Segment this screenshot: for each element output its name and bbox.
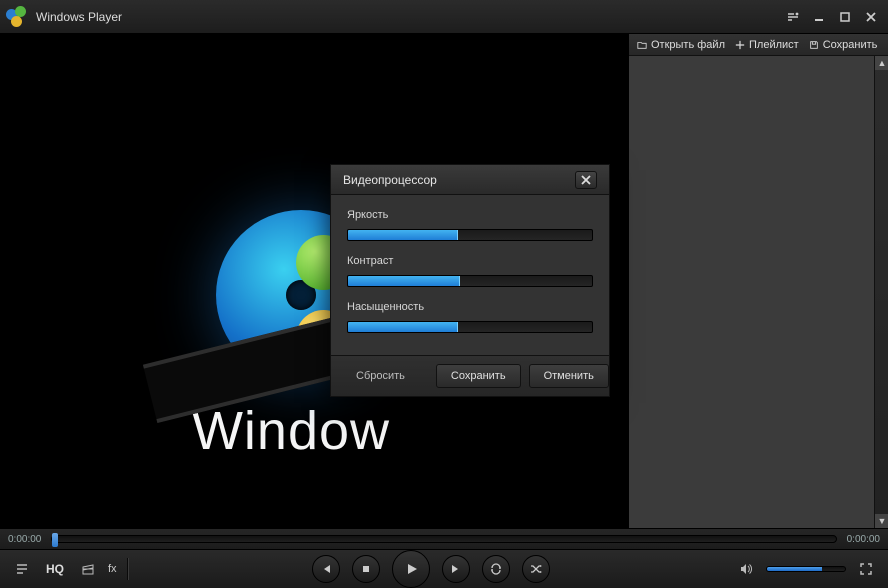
maximize-button[interactable] (834, 8, 856, 26)
playlist-button[interactable]: Плейлист (735, 39, 799, 51)
scroll-up-button[interactable]: ▲ (875, 56, 888, 70)
contrast-fill (348, 276, 460, 286)
next-button[interactable] (442, 555, 470, 583)
brightness-fill (348, 230, 458, 240)
volume-fill (767, 567, 822, 571)
save-playlist-label: Сохранить (823, 39, 878, 51)
volume-slider[interactable] (766, 566, 846, 572)
saturation-slider[interactable] (347, 321, 593, 333)
saturation-fill (348, 322, 458, 332)
video-processor-dialog: Видеопроцессор Яркость Контраст Насыщенн… (330, 164, 610, 397)
open-file-label: Открыть файл (651, 39, 725, 51)
open-file-button[interactable]: Открыть файл (637, 39, 725, 51)
playlist-sidebar: Открыть файл Плейлист Сохранить ▲ ▼ (628, 34, 888, 528)
contrast-slider[interactable] (347, 275, 593, 287)
dialog-close-button[interactable] (575, 171, 597, 189)
playlist-toggle-icon[interactable] (10, 558, 34, 580)
app-title: Windows Player (36, 10, 122, 24)
dialog-title: Видеопроцессор (343, 173, 437, 187)
equalizer-icon[interactable] (782, 8, 804, 26)
contrast-label: Контраст (347, 255, 593, 267)
time-current: 0:00:00 (8, 534, 41, 545)
playlist-scrollbar[interactable]: ▲ ▼ (874, 56, 888, 528)
dialog-cancel-button[interactable]: Отменить (529, 364, 609, 388)
volume-icon[interactable] (734, 558, 758, 580)
fx-button[interactable]: fx (108, 563, 117, 575)
fullscreen-icon[interactable] (854, 558, 878, 580)
titlebar: Windows Player (0, 0, 888, 34)
prev-button[interactable] (312, 555, 340, 583)
save-playlist-button[interactable]: Сохранить (809, 39, 878, 51)
clapper-icon[interactable] (76, 558, 100, 580)
play-button[interactable] (392, 550, 430, 588)
saturation-label: Насыщенность (347, 301, 593, 313)
brightness-label: Яркость (347, 209, 593, 221)
seek-slider[interactable] (51, 535, 836, 543)
close-button[interactable] (860, 8, 882, 26)
minimize-button[interactable] (808, 8, 830, 26)
app-icon (6, 6, 28, 28)
seek-thumb[interactable] (52, 533, 58, 547)
playlist-list[interactable] (629, 56, 888, 528)
reset-button[interactable]: Сбросить (341, 364, 420, 388)
shuffle-button[interactable] (522, 555, 550, 583)
repeat-button[interactable] (482, 555, 510, 583)
dialog-save-button[interactable]: Сохранить (436, 364, 521, 388)
time-total: 0:00:00 (847, 534, 880, 545)
stop-button[interactable] (352, 555, 380, 583)
hq-button[interactable]: HQ (42, 560, 68, 578)
playlist-label: Плейлист (749, 39, 799, 51)
scroll-down-button[interactable]: ▼ (875, 514, 888, 528)
brightness-slider[interactable] (347, 229, 593, 241)
